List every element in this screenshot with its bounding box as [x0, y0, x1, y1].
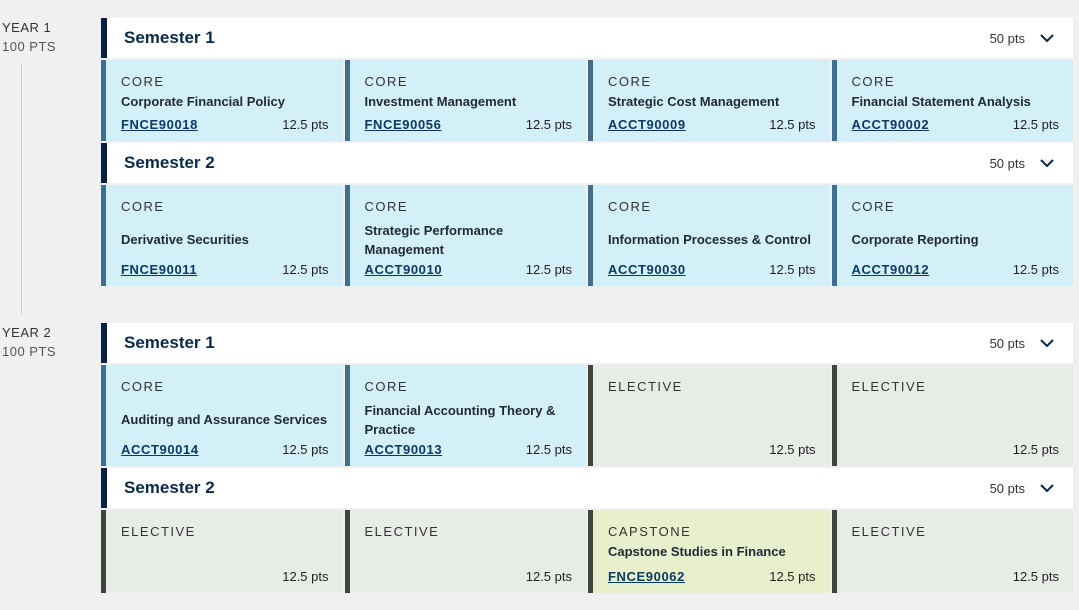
year-title: YEAR 2	[2, 325, 52, 340]
subject-code-link[interactable]: FNCE90011	[121, 262, 197, 277]
subject-points: 12.5 pts	[1012, 569, 1059, 584]
subject-type: CORE	[121, 199, 165, 214]
subject-points: 12.5 pts	[1012, 262, 1059, 277]
subject-type: ELECTIVE	[851, 524, 927, 539]
subject-type: CORE	[608, 74, 652, 89]
subject-card[interactable]: CORE Derivative Securities FNCE90011 12.…	[101, 185, 343, 286]
subject-row: CORE Corporate Financial Policy FNCE9001…	[101, 58, 1073, 143]
subject-name: Information Processes & Control	[608, 232, 811, 247]
subject-type: CORE	[121, 379, 165, 394]
subject-type: CORE	[364, 379, 409, 394]
elective-slot[interactable]: ELECTIVE 12.5 pts	[588, 365, 830, 466]
semester-title: Semester 2	[124, 478, 215, 497]
year-1-timeline	[21, 64, 22, 314]
subject-type: ELECTIVE	[364, 524, 440, 539]
subject-type: CAPSTONE	[608, 524, 692, 539]
subject-row: ELECTIVE 12.5 pts ELECTIVE 12.5 pts CAPS…	[101, 508, 1073, 595]
subject-name: Investment Management	[364, 94, 517, 109]
subject-code-link[interactable]: ACCT90009	[608, 117, 686, 132]
subject-card[interactable]: CORE Investment Management FNCE90056 12.…	[344, 60, 586, 141]
subject-name: Strategic Performance Management	[364, 223, 504, 257]
subject-type: CORE	[364, 199, 409, 214]
semester-points: 50 pts	[989, 155, 1025, 171]
subject-card[interactable]: CAPSTONE Capstone Studies in Finance FNC…	[588, 510, 830, 593]
semester-title: Semester 1	[124, 28, 215, 47]
subject-points: 12.5 pts	[282, 117, 329, 132]
subject-points: 12.5 pts	[1012, 442, 1059, 457]
subject-card[interactable]: CORE Financial Accounting Theory & Pract…	[344, 365, 586, 466]
subject-code-link[interactable]: FNCE90062	[608, 569, 685, 584]
semester-header[interactable]: Semester 2 50 pts	[101, 143, 1073, 183]
elective-slot[interactable]: ELECTIVE 12.5 pts	[101, 510, 343, 593]
chevron-down-icon[interactable]	[1039, 30, 1055, 46]
subject-type: CORE	[364, 74, 409, 89]
subject-card[interactable]: CORE Information Processes & Control ACC…	[588, 185, 830, 286]
subject-card[interactable]: CORE Financial Statement Analysis ACCT90…	[831, 60, 1073, 141]
year-1-block: Semester 1 50 pts CORE Corporate Financi…	[101, 18, 1073, 288]
subject-points: 12.5 pts	[525, 262, 572, 277]
semester-points: 50 pts	[989, 480, 1025, 496]
subject-type: ELECTIVE	[608, 379, 683, 394]
subject-points: 12.5 pts	[525, 442, 572, 457]
subject-name: Auditing and Assurance Services	[121, 412, 328, 427]
subject-name: Capstone Studies in Finance	[608, 544, 786, 559]
subject-code-link[interactable]: ACCT90010	[365, 262, 443, 277]
subject-points: 12.5 pts	[769, 569, 816, 584]
semester-header[interactable]: Semester 1 50 pts	[101, 18, 1073, 58]
subject-code-link[interactable]: ACCT90012	[852, 262, 930, 277]
subject-code-link[interactable]: FNCE90018	[121, 117, 198, 132]
subject-points: 12.5 pts	[525, 569, 572, 584]
semester-header[interactable]: Semester 1 50 pts	[101, 323, 1073, 363]
subject-points: 12.5 pts	[769, 442, 816, 457]
subject-points: 12.5 pts	[525, 117, 572, 132]
subject-code-link[interactable]: ACCT90014	[121, 442, 199, 457]
elective-slot[interactable]: ELECTIVE 12.5 pts	[831, 365, 1073, 466]
subject-points: 12.5 pts	[282, 262, 329, 277]
subject-type: CORE	[851, 74, 896, 89]
subject-card[interactable]: CORE Strategic Cost Management ACCT90009…	[588, 60, 830, 141]
subject-type: ELECTIVE	[121, 524, 196, 539]
subject-points: 12.5 pts	[769, 117, 816, 132]
subject-card[interactable]: CORE Corporate Reporting ACCT90012 12.5 …	[831, 185, 1073, 286]
subject-row: CORE Derivative Securities FNCE90011 12.…	[101, 183, 1073, 288]
year-2-block: Semester 1 50 pts CORE Auditing and Assu…	[101, 323, 1073, 595]
subject-points: 12.5 pts	[282, 442, 329, 457]
subject-code-link[interactable]: FNCE90056	[365, 117, 442, 132]
subject-row: CORE Auditing and Assurance Services ACC…	[101, 363, 1073, 468]
semester-header[interactable]: Semester 2 50 pts	[101, 468, 1073, 508]
subject-type: CORE	[851, 199, 896, 214]
subject-card[interactable]: CORE Strategic Performance Management AC…	[344, 185, 586, 286]
elective-slot[interactable]: ELECTIVE 12.5 pts	[831, 510, 1073, 593]
subject-points: 12.5 pts	[282, 569, 329, 584]
subject-points: 12.5 pts	[769, 262, 816, 277]
subject-type: CORE	[121, 74, 165, 89]
semester-points: 50 pts	[989, 335, 1025, 351]
year-2-label: YEAR 2 100 PTS	[2, 323, 56, 361]
chevron-down-icon[interactable]	[1039, 480, 1055, 496]
subject-code-link[interactable]: ACCT90002	[852, 117, 930, 132]
subject-card[interactable]: CORE Auditing and Assurance Services ACC…	[101, 365, 343, 466]
subject-points: 12.5 pts	[1012, 117, 1059, 132]
year-points: 100 PTS	[2, 344, 57, 359]
semester-points: 50 pts	[989, 30, 1025, 46]
subject-type: ELECTIVE	[851, 379, 927, 394]
subject-card[interactable]: CORE Corporate Financial Policy FNCE9001…	[101, 60, 343, 141]
subject-name: Strategic Cost Management	[608, 94, 780, 109]
subject-name: Derivative Securities	[121, 232, 249, 247]
subject-type: CORE	[608, 199, 652, 214]
chevron-down-icon[interactable]	[1039, 335, 1055, 351]
year-1-label: YEAR 1 100 PTS	[2, 18, 56, 56]
year-points: 100 PTS	[2, 39, 57, 54]
subject-name: Financial Accounting Theory & Practice	[364, 403, 556, 437]
semester-title: Semester 2	[124, 153, 215, 172]
semester-title: Semester 1	[124, 333, 215, 352]
year-title: YEAR 1	[2, 20, 52, 35]
subject-name: Financial Statement Analysis	[851, 94, 1031, 109]
subject-name: Corporate Financial Policy	[121, 94, 285, 109]
subject-code-link[interactable]: ACCT90013	[365, 442, 443, 457]
subject-name: Corporate Reporting	[851, 232, 979, 247]
chevron-down-icon[interactable]	[1039, 155, 1055, 171]
subject-code-link[interactable]: ACCT90030	[608, 262, 686, 277]
elective-slot[interactable]: ELECTIVE 12.5 pts	[344, 510, 586, 593]
